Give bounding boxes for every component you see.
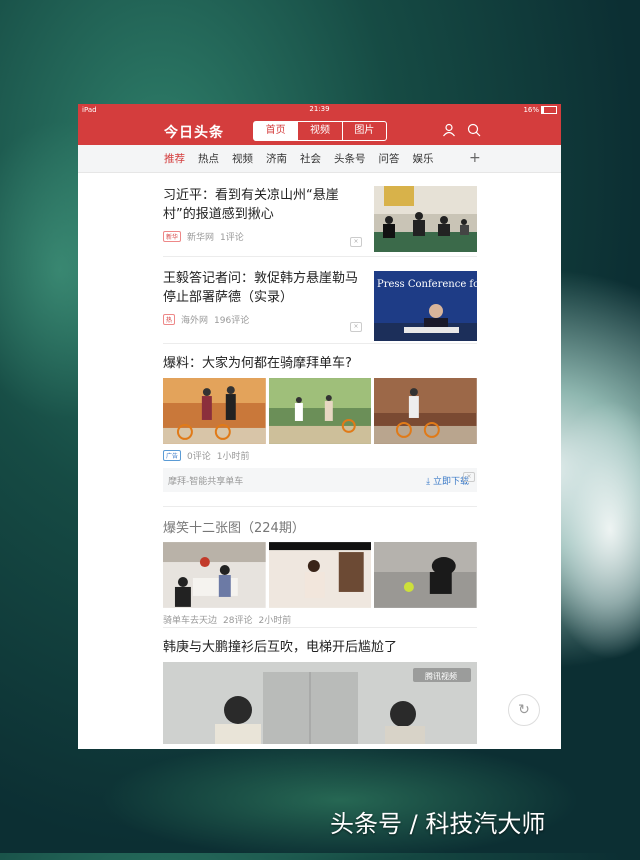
segment-home[interactable]: 首页 <box>254 122 299 140</box>
ad-title[interactable]: 爆料：大家为何都在骑摩拜单车? <box>163 344 477 373</box>
news-feed: 习近平：看到有关凉山州“悬崖村”的报道感到揪心 新华 新华网 1评论 × 王毅答… <box>163 174 478 748</box>
tab-society[interactable]: 社会 <box>300 151 321 166</box>
comment-count: 0评论 <box>187 452 211 462</box>
add-channel-icon[interactable]: + <box>469 150 481 166</box>
tab-jinan[interactable]: 济南 <box>266 151 287 166</box>
tab-recommended[interactable]: 推荐 <box>164 151 185 166</box>
advertiser-name: 摩拜-智能共享单车 <box>168 476 244 487</box>
image-row <box>163 542 478 608</box>
app-logo: 今日头条 <box>164 125 224 141</box>
post-time: 1小时前 <box>216 452 250 462</box>
channel-tabs: 推荐 热点 视频 济南 社会 头条号 问答 娱乐 + <box>78 145 561 173</box>
gallery-image[interactable] <box>163 542 266 608</box>
tab-hot[interactable]: 热点 <box>198 151 219 166</box>
source-tag: 新华 <box>163 231 182 242</box>
ad-image-row <box>163 378 478 444</box>
clock: 21:39 <box>309 105 330 113</box>
source-name: 骑单车去天边 <box>163 616 218 626</box>
video-source-badge: 腾讯视频 <box>425 671 457 681</box>
ad-item[interactable]: 爆料：大家为何都在骑摩拜单车? 广告 0评论 1小时前 × 摩拜-智能共享单车 … <box>163 344 478 507</box>
dismiss-icon[interactable]: × <box>350 322 362 332</box>
news-title[interactable]: 爆笑十二张图（224期） <box>163 507 477 538</box>
battery-icon <box>541 105 557 114</box>
gallery-image[interactable] <box>374 542 478 608</box>
news-title[interactable]: 王毅答记者问：敦促韩方悬崖勒马停止部署萨德（实录） <box>163 257 368 307</box>
segment-control: 首页 视频 图片 <box>253 121 387 141</box>
top-nav: 今日头条 首页 视频 图片 <box>78 115 561 145</box>
news-item[interactable]: 爆笑十二张图（224期） 骑单车去天边 28评论 2小时前 <box>163 507 478 628</box>
gallery-image[interactable] <box>268 542 372 608</box>
comment-count: 28评论 <box>223 616 253 626</box>
segment-video[interactable]: 视频 <box>298 122 343 140</box>
news-item[interactable]: 王毅答记者问：敦促韩方悬崖勒马停止部署萨德（实录） 热 海外网 196评论 × … <box>163 257 477 344</box>
dismiss-icon[interactable]: × <box>350 237 362 247</box>
source-tag: 热 <box>163 314 176 325</box>
video-item[interactable]: 韩庚与大鹏撞衫后互吹，电梯开后尴尬了 腾讯视频 <box>163 628 477 748</box>
ad-image[interactable] <box>268 378 372 444</box>
ad-download-bar[interactable]: 摩拜-智能共享单车 ⤓ 立即下载 <box>163 468 477 492</box>
news-thumbnail[interactable] <box>374 186 477 252</box>
refresh-icon: ↻ <box>518 702 530 718</box>
dismiss-icon[interactable]: × <box>463 472 475 482</box>
tab-video[interactable]: 视频 <box>232 151 253 166</box>
news-thumbnail[interactable]: Press Conference for <box>374 271 477 341</box>
watermark: 头条号 / 科技汽大师 <box>330 810 546 838</box>
news-title[interactable]: 习近平：看到有关凉山州“悬崖村”的报道感到揪心 <box>163 174 368 224</box>
source-name: 海外网 <box>181 316 209 326</box>
ad-tag: 广告 <box>163 450 182 461</box>
video-thumbnail[interactable]: 腾讯视频 <box>163 662 477 744</box>
ad-image[interactable] <box>374 378 478 444</box>
tab-qa[interactable]: 问答 <box>379 151 400 166</box>
comment-count: 1评论 <box>220 233 244 243</box>
post-time: 2小时前 <box>258 616 292 626</box>
tab-toutiaohao[interactable]: 头条号 <box>334 151 366 166</box>
comment-count: 196评论 <box>214 316 250 326</box>
status-bar: iPad 21:39 16% <box>78 104 561 115</box>
refresh-button[interactable]: ↻ <box>508 694 540 726</box>
ad-meta: 广告 0评论 1小时前 <box>163 449 477 462</box>
news-item[interactable]: 习近平：看到有关凉山州“悬崖村”的报道感到揪心 新华 新华网 1评论 × <box>163 174 477 257</box>
user-icon[interactable] <box>442 123 456 137</box>
tab-entertainment[interactable]: 娱乐 <box>413 151 434 166</box>
search-icon[interactable] <box>467 123 481 137</box>
source-name: 新华网 <box>187 233 215 243</box>
video-title[interactable]: 韩庚与大鹏撞衫后互吹，电梯开后尴尬了 <box>163 628 477 657</box>
news-meta: 骑单车去天边 28评论 2小时前 <box>163 613 477 626</box>
ad-image[interactable] <box>163 378 266 444</box>
segment-pictures[interactable]: 图片 <box>343 122 386 140</box>
app-window: iPad 21:39 16% 今日头条 首页 视频 图片 推荐 热点 视频 济南… <box>78 104 561 749</box>
press-banner-text: Press Conference for <box>377 279 477 290</box>
